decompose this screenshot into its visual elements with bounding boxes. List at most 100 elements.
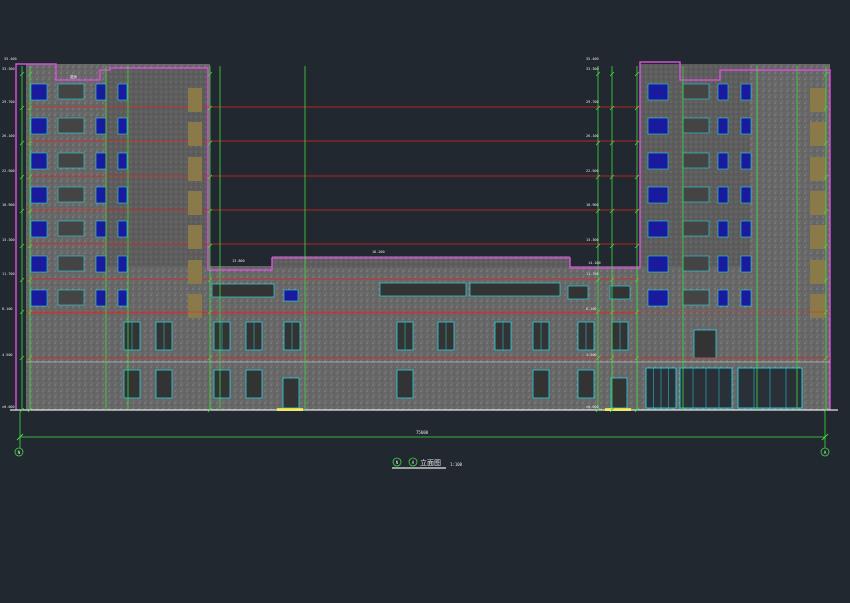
axis-left-label: N [18,450,21,456]
window-blue [740,255,752,273]
title-axis-to: A [412,460,415,465]
window-multi [682,289,710,306]
window-ground [396,369,414,399]
center-roof-label: 16.200 [372,250,385,254]
drawing-title-block: N A 立面图 1:100 [392,457,463,469]
window-blue [95,117,107,135]
window-multi [57,117,85,134]
level-left: 33.300 [2,67,15,71]
window-stair [810,191,826,215]
window-blue [30,186,48,204]
left-top-label: 35.400 [4,57,17,61]
overall-dimension-text: 75600 [416,430,429,435]
window-multi [682,152,710,169]
window-stair [188,225,202,249]
window-blue [717,220,729,238]
window-stair [810,294,826,318]
window-blue [117,117,128,135]
window-ribbon [567,285,589,300]
drawing-title: 立面图 [420,458,441,467]
level-right: 18.900 [586,203,599,207]
window-blue [95,186,107,204]
window-blue [647,289,669,307]
axis-right-label: A [824,450,827,456]
window-blue [740,83,752,101]
window-blue [647,220,669,238]
parapet-label: 屋面 [70,74,77,79]
window-stair [810,88,826,112]
right-top-label: 35.400 [586,57,599,61]
window-stair [810,260,826,284]
center-label-2: 14.100 [588,261,601,265]
level-right: ±0.000 [586,405,599,409]
entrance-glazing [693,329,717,359]
window-ground [123,369,141,399]
window-blue [647,186,669,204]
overall-dimension-line: 75600 [16,412,829,448]
window-blue [95,83,107,101]
level-left: 8.100 [2,307,13,311]
window-blue [117,83,128,101]
window-blue [117,289,128,307]
window-blue [30,83,48,101]
level-right: 26.100 [586,134,599,138]
window-blue [647,152,669,170]
window-ground [532,369,550,399]
level-left: 11.700 [2,272,15,276]
level-left: 26.100 [2,134,15,138]
window-blue [740,289,752,307]
window-blue [30,117,48,135]
door [282,377,300,409]
window-ribbon [211,283,275,298]
window-blue [717,186,729,204]
window-ground [245,369,263,399]
window-blue [30,289,48,307]
level-right: 4.500 [586,353,597,357]
window-ground [577,369,595,399]
window-multi [682,186,710,203]
window-blue [647,83,669,101]
window-multi [57,186,85,203]
window-blue [717,117,729,135]
window-ribbon [469,282,561,297]
window-stair [810,157,826,181]
window-multi [682,255,710,272]
level-right: 29.700 [586,100,599,104]
window-blue [647,117,669,135]
level-left: ±0.000 [2,405,15,409]
podium-label: 13.800 [232,259,245,263]
level-left: 18.900 [2,203,15,207]
level-left: 22.500 [2,169,15,173]
level-right: 33.300 [586,67,599,71]
window-multi [682,220,710,237]
level-left: 4.500 [2,353,13,357]
axis-bubble-right: A [820,447,830,457]
window-blue [30,255,48,273]
window-stair [188,122,202,146]
window-multi [682,117,710,134]
window-multi [57,152,85,169]
window-blue [117,220,128,238]
window-blue [740,186,752,204]
window-ribbon [379,282,467,297]
window-ground [213,369,231,399]
axis-bubble-left: N [14,447,24,457]
window-blue [30,152,48,170]
cad-elevation-drawing: 75600 N A N A 立面图 1:100 33.300 29.700 26.1… [2,57,838,469]
window-blue [717,289,729,307]
window-ground [155,369,173,399]
window-blue [717,83,729,101]
window-blue [117,152,128,170]
window-blue [740,117,752,135]
window-blue [30,220,48,238]
level-right: 8.100 [586,307,597,311]
level-right: 22.500 [586,169,599,173]
drawing-scale: 1:100 [450,462,463,467]
window-blue [95,152,107,170]
window-ribbon [609,285,631,300]
window-multi [57,255,85,272]
window-blue [717,255,729,273]
window-blue [283,289,299,302]
window-multi [57,220,85,237]
window-stair [810,122,826,146]
